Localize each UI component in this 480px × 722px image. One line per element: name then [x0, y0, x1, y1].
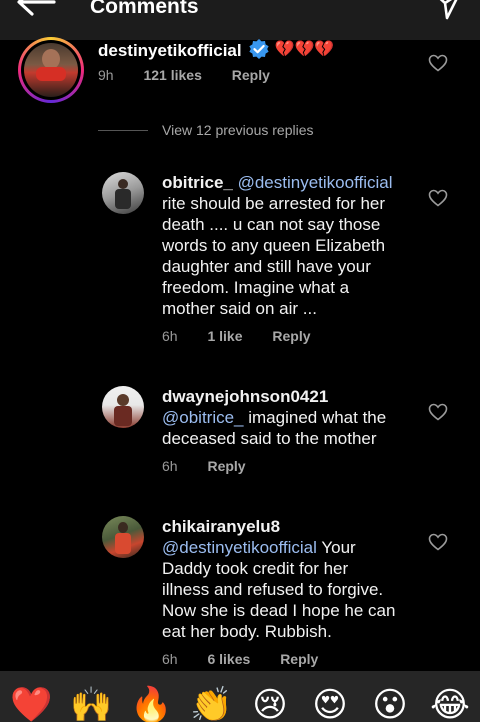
surprised-face-emoji[interactable]: 😮 — [370, 685, 410, 722]
comment-meta: 6h Reply — [162, 458, 246, 474]
clapping-hands-emoji[interactable]: 👏 — [190, 685, 232, 722]
comment-username[interactable]: chikairanyelu8 — [162, 517, 280, 536]
likes-count[interactable]: 6 likes — [207, 651, 250, 667]
red-heart-emoji[interactable]: ❤️ — [10, 685, 52, 722]
heart-eyes-emoji[interactable]: 😍 — [310, 685, 350, 722]
heart-icon[interactable] — [428, 533, 448, 551]
reply-comment: obitrice_ @destinyetikoofficial rite sho… — [0, 170, 480, 350]
avatar[interactable] — [102, 386, 144, 428]
reply-button[interactable]: Reply — [280, 651, 318, 667]
comment-line: Daddy took credit for her — [162, 559, 349, 578]
broken-hearts-emoji: 💔💔💔 — [274, 39, 335, 58]
verified-badge-icon — [249, 39, 269, 59]
comment-username[interactable]: destinyetikofficial — [98, 41, 242, 60]
tears-of-joy-emoji[interactable]: 😂 — [430, 685, 470, 722]
comment-time: 6h — [162, 458, 178, 474]
emoji-reaction-bar: ❤️ 🙌 🔥 👏 😢 😍 😮 😂 — [0, 671, 480, 722]
mention-link[interactable]: @obitrice_ — [162, 408, 244, 427]
crying-face-emoji[interactable]: 😢 — [250, 685, 290, 722]
comments-screen: Comments destinyetikofficial 💔💔💔 9h 121 … — [0, 0, 480, 722]
heart-icon[interactable] — [428, 189, 448, 207]
comment-line: imagined what the — [243, 408, 387, 427]
main-comment: destinyetikofficial 💔💔💔 9h 121 likes Rep… — [0, 37, 480, 110]
comment-line: words to any queen Elizabeth — [162, 236, 386, 255]
heart-icon[interactable] — [428, 403, 448, 421]
story-ring[interactable] — [18, 37, 84, 103]
comment-text: @obitrice_ imagined what the — [162, 407, 386, 428]
page-title: Comments — [90, 0, 199, 18]
comment-line: rite should be arrested for her — [162, 194, 386, 213]
avatar — [24, 43, 78, 97]
raised-hands-emoji[interactable]: 🙌 — [70, 685, 112, 722]
mention-link[interactable]: @destinyetikoofficial — [238, 173, 393, 192]
comment-line: eat her body. Rubbish. — [162, 622, 332, 641]
comment-line: chikairanyelu8 — [162, 516, 280, 537]
comment-line: illness and refused to forgive. — [162, 580, 384, 599]
likes-count[interactable]: 1 like — [207, 328, 242, 344]
comment-line: dwaynejohnson0421 — [162, 386, 328, 407]
divider-line — [98, 130, 148, 131]
comment-meta: 9h 121 likes Reply — [98, 67, 270, 83]
arrow-left-icon[interactable] — [14, 0, 58, 20]
send-icon[interactable] — [432, 0, 462, 20]
likes-count[interactable]: 121 likes — [143, 67, 201, 83]
fire-emoji[interactable]: 🔥 — [130, 685, 172, 722]
comment-username[interactable]: dwaynejohnson0421 — [162, 387, 328, 406]
comment-text: obitrice_ @destinyetikoofficial — [162, 172, 393, 193]
avatar[interactable] — [102, 172, 144, 214]
reply-button[interactable]: Reply — [272, 328, 310, 344]
comment-meta: 6h 6 likes Reply — [162, 651, 318, 667]
comment-line: freedom. Imagine what a — [162, 278, 350, 297]
comment-line: death .... u can not say those — [162, 215, 381, 234]
reply-comment: dwaynejohnson0421 @obitrice_ imagined wh… — [0, 384, 480, 484]
reply-comment: chikairanyelu8 @destinyetikoofficial You… — [0, 514, 480, 672]
comment-time: 6h — [162, 328, 178, 344]
comment-time: 6h — [162, 651, 178, 667]
mention-link[interactable]: @destinyetikoofficial — [162, 538, 317, 557]
comment-text: @destinyetikoofficial Your — [162, 537, 356, 558]
heart-icon[interactable] — [428, 54, 448, 72]
comment-username[interactable]: obitrice_ — [162, 173, 233, 192]
comment-line: daughter and still have your — [162, 257, 371, 276]
reply-button[interactable]: Reply — [232, 67, 270, 83]
comment-line: Now she is dead I hope he can — [162, 601, 396, 620]
comment-line: deceased said to the mother — [162, 429, 377, 448]
comment-line: mother said on air ... — [162, 299, 317, 318]
reply-button[interactable]: Reply — [207, 458, 245, 474]
header-bar: Comments — [0, 0, 480, 40]
comment-time: 9h — [98, 67, 114, 83]
avatar[interactable] — [102, 516, 144, 558]
comment-meta: 6h 1 like Reply — [162, 328, 311, 344]
comment-line: Your — [316, 538, 356, 557]
view-replies-label[interactable]: View 12 previous replies — [162, 122, 314, 138]
